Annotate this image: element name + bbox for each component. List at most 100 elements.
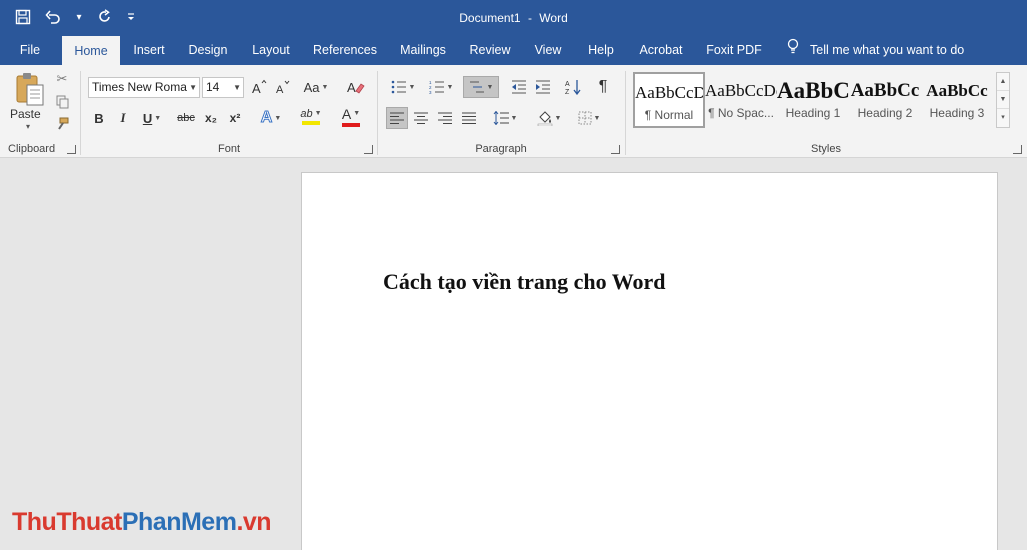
chevron-down-icon: ▼	[274, 114, 282, 122]
paste-icon[interactable]	[14, 71, 46, 107]
multilevel-list-button[interactable]: ▼	[463, 76, 499, 98]
styles-group-label: Styles	[811, 143, 841, 155]
font-name-value: Times New Roma	[92, 80, 187, 94]
bullets-button[interactable]: ▼	[386, 76, 420, 98]
tab-layout[interactable]: Layout	[244, 35, 298, 65]
tab-file[interactable]: File	[10, 35, 50, 65]
document-page[interactable]: Cách tạo viền trang cho Word	[301, 172, 998, 550]
grow-font-button[interactable]: A	[249, 76, 269, 98]
clear-formatting-button[interactable]: A	[345, 76, 367, 98]
document-canvas[interactable]: Cách tạo viền trang cho Word	[0, 158, 1027, 550]
shrink-font-button[interactable]: A	[273, 76, 293, 98]
title-bar: ▾ Document1 - Word	[0, 0, 1027, 35]
font-color-button[interactable]: A ▼	[333, 105, 369, 127]
chevron-down-icon: ▼	[353, 110, 361, 117]
numbering-button[interactable]: 123 ▼	[424, 76, 458, 98]
title-separator: -	[527, 11, 532, 25]
underline-button[interactable]: U ▼	[137, 107, 167, 129]
font-size-combo[interactable]: 14 ▼	[202, 77, 244, 98]
tell-me-box[interactable]: Tell me what you want to do	[786, 35, 964, 65]
align-right-button[interactable]	[434, 107, 456, 129]
copy-icon[interactable]	[53, 93, 71, 111]
site-watermark: ThuThuatPhanMem.vn	[12, 508, 272, 537]
tab-help[interactable]: Help	[580, 35, 622, 65]
align-center-button[interactable]	[410, 107, 432, 129]
tab-acrobat[interactable]: Acrobat	[632, 35, 690, 65]
svg-text:A: A	[252, 81, 261, 95]
chevron-down-icon: ▼	[154, 114, 162, 122]
align-left-button[interactable]	[386, 107, 408, 129]
paragraph-group-label: Paragraph	[475, 143, 527, 155]
tab-insert[interactable]: Insert	[126, 35, 172, 65]
chevron-down-icon: ▼	[408, 83, 416, 91]
font-size-value: 14	[206, 80, 220, 94]
chevron-down-icon: ▼	[554, 114, 562, 122]
chevron-down-icon: ▼	[593, 114, 601, 122]
styles-launcher-icon[interactable]	[1013, 145, 1022, 154]
lightbulb-icon	[786, 35, 800, 65]
svg-text:Z: Z	[565, 89, 570, 95]
font-launcher-icon[interactable]	[364, 145, 373, 154]
subscript-button[interactable]: x₂	[201, 107, 221, 129]
paste-dropdown-icon[interactable]: ▾	[26, 122, 30, 131]
italic-button[interactable]: I	[114, 107, 132, 129]
chevron-down-icon: ▼	[321, 83, 329, 91]
text-effects-icon: A	[260, 109, 273, 127]
tab-home[interactable]: Home	[62, 36, 120, 66]
chevron-down-icon: ▼	[189, 83, 197, 92]
chevron-down-icon: ▼	[510, 114, 518, 122]
watermark-part-2: PhanMem	[121, 508, 237, 536]
window-title: Document1 - Word	[0, 11, 1027, 25]
font-group-label: Font	[217, 143, 240, 155]
document-name: Document1	[459, 11, 521, 25]
font-group: Times New Roma ▼ 14 ▼ A A Aa ▼ A B I U ▼ a…	[81, 65, 377, 158]
paragraph-group: ▼ 123 ▼ ▼ AZ ¶ ▼ ▼ ▼ Paragraph	[378, 65, 624, 158]
cut-icon[interactable]: ✂	[53, 70, 71, 88]
highlight-color-bar	[302, 120, 320, 125]
font-name-combo[interactable]: Times New Roma ▼	[88, 77, 200, 98]
styles-group: Styles	[626, 65, 1026, 158]
shading-button[interactable]: ▼	[532, 107, 566, 129]
change-case-button[interactable]: Aa ▼	[301, 76, 331, 98]
svg-text:A: A	[347, 80, 356, 95]
tell-me-label: Tell me what you want to do	[810, 43, 965, 57]
decrease-indent-button[interactable]	[508, 76, 530, 98]
watermark-part-1: ThuThuat	[12, 508, 122, 536]
bold-button[interactable]: B	[90, 107, 108, 129]
highlight-button[interactable]: ab ▼	[293, 105, 329, 127]
sort-icon[interactable]: AZ	[562, 76, 584, 98]
superscript-button[interactable]: x²	[225, 107, 245, 129]
paragraph-launcher-icon[interactable]	[611, 145, 620, 154]
tab-review[interactable]: Review	[464, 35, 516, 65]
tab-foxit-pdf[interactable]: Foxit PDF	[700, 35, 768, 65]
chevron-down-icon: ▼	[486, 83, 494, 91]
clipboard-launcher-icon[interactable]	[67, 145, 76, 154]
format-painter-icon[interactable]	[53, 115, 71, 133]
chevron-down-icon: ▼	[314, 110, 322, 117]
text-effects-button[interactable]: A ▼	[255, 107, 287, 129]
font-color-bar	[342, 122, 360, 127]
svg-text:A: A	[565, 81, 570, 88]
tab-view[interactable]: View	[526, 35, 570, 65]
document-heading[interactable]: Cách tạo viền trang cho Word	[383, 269, 666, 295]
change-case-label: Aa	[303, 79, 320, 95]
svg-text:3: 3	[429, 90, 432, 94]
tab-references[interactable]: References	[308, 35, 382, 65]
justify-button[interactable]	[458, 107, 480, 129]
watermark-part-3: .vn	[236, 508, 272, 536]
tab-mailings[interactable]: Mailings	[392, 35, 454, 65]
increase-indent-button[interactable]	[532, 76, 554, 98]
strikethrough-button[interactable]: abc	[174, 107, 198, 129]
clipboard-group: Paste ▾ ✂ Clipboard	[0, 65, 80, 158]
show-formatting-marks-button[interactable]: ¶	[592, 76, 614, 98]
borders-button[interactable]: ▼	[572, 107, 606, 129]
line-spacing-button[interactable]: ▼	[488, 107, 522, 129]
tab-design[interactable]: Design	[182, 35, 234, 65]
highlighter-icon: ab	[300, 107, 313, 120]
chevron-down-icon: ▼	[233, 83, 241, 92]
ribbon-home: Paste ▾ ✂ Clipboard Times New Roma ▼ 14 …	[0, 65, 1027, 158]
app-name: Word	[539, 11, 568, 25]
paste-button-label[interactable]: Paste	[10, 107, 41, 121]
chevron-down-icon: ▼	[446, 83, 454, 91]
ribbon-tabs: File Home Insert Design Layout Reference…	[0, 35, 1027, 66]
